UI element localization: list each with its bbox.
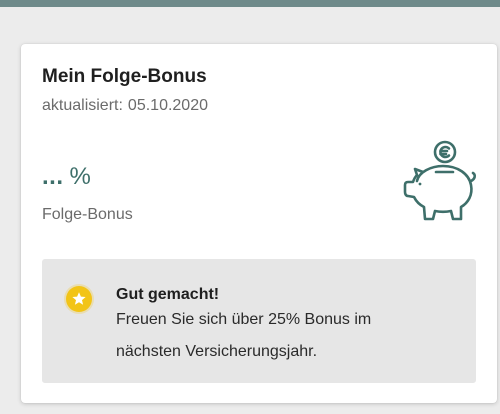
piggy-bank-euro-icon xyxy=(403,139,477,225)
top-strip xyxy=(0,0,500,7)
card-title: Mein Folge-Bonus xyxy=(42,66,207,87)
success-text-line-1: Freuen Sie sich über 25% Bonus im xyxy=(116,311,372,328)
star-icon xyxy=(66,286,92,312)
success-title: Gut gemacht! xyxy=(116,286,220,303)
bonus-label: Folge-Bonus xyxy=(42,206,133,223)
bonus-unit: % xyxy=(69,163,91,190)
updated-label: aktualisiert: xyxy=(42,97,123,114)
success-message-box: Gut gemacht! Freuen Sie sich über 25% Bo… xyxy=(42,259,476,383)
bonus-value: ... % xyxy=(42,165,91,189)
updated-info: aktualisiert: 05.10.2020 xyxy=(42,97,208,115)
success-text-line-2: nächsten Versicherungsjahr. xyxy=(116,343,318,360)
bonus-value-placeholder: ... xyxy=(42,163,64,190)
folge-bonus-card: Mein Folge-Bonus aktualisiert: 05.10.2020… xyxy=(21,44,497,403)
updated-date: 05.10.2020 xyxy=(127,97,208,114)
